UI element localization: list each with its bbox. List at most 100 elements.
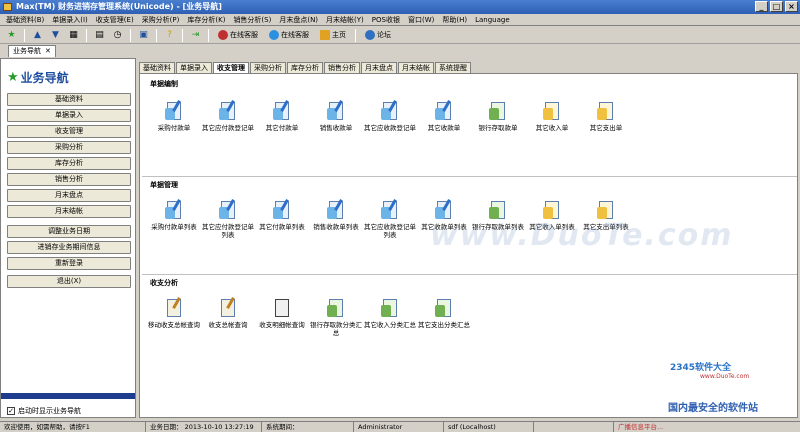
menu-entry[interactable]: 单据录入(I) [48, 14, 92, 25]
calculator-icon[interactable]: ▦ [66, 28, 81, 42]
home-link[interactable]: 主页 [316, 28, 350, 42]
status-user: Administrator [354, 422, 444, 432]
sidebar-title: ★ 业务导航 [7, 70, 69, 85]
menu-stock[interactable]: 库存分析(K) [183, 14, 229, 25]
tab-reminder[interactable]: 系统提醒 [435, 62, 471, 73]
toolbar-separator [156, 28, 157, 42]
list-item[interactable]: 采购付款单列表 [148, 199, 200, 231]
maximize-button[interactable]: □ [770, 1, 783, 12]
sidebar-item-inventory[interactable]: 月末盘点 [7, 189, 131, 202]
list-item[interactable]: 其它应付款登记单列表 [202, 199, 254, 239]
sidebar-item-stock[interactable]: 库存分析 [7, 157, 131, 170]
arrow-up-icon[interactable]: ▲ [30, 28, 45, 42]
title-bar: Max(TM) 财务进销存管理系统(Unicode) - [业务导航] _ □ … [0, 0, 800, 14]
online-service-link-2[interactable]: 在线客服 [265, 28, 313, 42]
exit-icon[interactable]: ⇥ [188, 28, 203, 42]
calendar-icon[interactable]: ▤ [92, 28, 107, 42]
tab-income[interactable]: 收支管理 [213, 62, 249, 73]
list-item[interactable]: 其它付款单 [256, 100, 308, 132]
pay-doc-icon [271, 100, 293, 122]
payment-list-icon [163, 199, 185, 221]
toolbar-separator [182, 28, 183, 42]
adjust-date-button[interactable]: 调整业务日期 [7, 225, 131, 238]
list-item[interactable]: 移动收支总帐查询 [148, 297, 200, 329]
list-item[interactable]: 其它付款单列表 [256, 199, 308, 231]
menu-income[interactable]: 收支管理(E) [92, 14, 138, 25]
close-icon[interactable]: ✕ [45, 46, 51, 57]
list-item[interactable]: 其它支出单 [580, 100, 632, 132]
sidebar-item-basic[interactable]: 基础资料 [7, 93, 131, 106]
show-on-start-checkbox[interactable]: ✓ 启动时显示业务导航 [7, 406, 81, 416]
section-title: 收支分析 [150, 279, 178, 287]
online-service-link-1[interactable]: 在线客服 [214, 28, 262, 42]
menu-basic[interactable]: 基础资料(B) [2, 14, 48, 25]
sidebar-item-closing[interactable]: 月末结帐 [7, 205, 131, 218]
income-summary-icon [379, 297, 401, 319]
toolbar-separator [355, 28, 356, 42]
section-analysis: 收支分析 移动收支总帐查询 收支总帐查询 收支明细帐查询 银行存取款分类汇总 其… [142, 274, 797, 372]
receivable-doc-icon [379, 100, 401, 122]
menu-pos[interactable]: POS收银 [368, 14, 404, 25]
list-item[interactable]: 收支明细帐查询 [256, 297, 308, 329]
menu-bar: 基础资料(B) 单据录入(I) 收支管理(E) 采购分析(P) 库存分析(K) … [0, 14, 800, 26]
tab-purchase[interactable]: 采购分析 [250, 62, 286, 73]
payment-doc-icon [163, 100, 185, 122]
list-item[interactable]: 银行存取款单 [472, 100, 524, 132]
tab-sales[interactable]: 销售分析 [324, 62, 360, 73]
status-ad[interactable]: 广播信息平台... [614, 422, 667, 432]
menu-inventory[interactable]: 月末盘点(N) [275, 14, 322, 25]
sidebar-item-purchase[interactable]: 采购分析 [7, 141, 131, 154]
tab-entry[interactable]: 单据录入 [176, 62, 212, 73]
list-item[interactable]: 银行存取款分类汇总 [310, 297, 362, 337]
sidebar-item-entry[interactable]: 单据录入 [7, 109, 131, 122]
star-icon: ★ [7, 70, 19, 85]
relogin-button[interactable]: 重新登录 [7, 257, 131, 270]
section-title: 单据管理 [150, 181, 178, 189]
menu-help[interactable]: 帮助(H) [438, 14, 471, 25]
list-item[interactable]: 其它支出分类汇总 [418, 297, 470, 329]
list-item[interactable]: 其它应收款登记单 [364, 100, 416, 132]
list-item[interactable]: 收支总帐查询 [202, 297, 254, 329]
tab-basic[interactable]: 基础资料 [139, 62, 175, 73]
list-item[interactable]: 采购付款单 [148, 100, 200, 132]
clock-icon[interactable]: ◷ [110, 28, 125, 42]
menu-window[interactable]: 窗口(W) [404, 14, 438, 25]
list-item[interactable]: 其它应收款登记单列表 [364, 199, 416, 239]
status-biz-date: 业务日期： 2013-10-10 13:27:19 [146, 422, 262, 432]
expense-doc-icon [595, 100, 617, 122]
toolbar-separator [86, 28, 87, 42]
payable-doc-icon [217, 100, 239, 122]
app-icon [3, 3, 12, 11]
list-item[interactable]: 其它应付款登记单 [202, 100, 254, 132]
receipt-list-icon [325, 199, 347, 221]
home-icon [320, 30, 330, 40]
expense-summary-icon [433, 297, 455, 319]
sidebar-item-sales[interactable]: 销售分析 [7, 173, 131, 186]
tab-inventory[interactable]: 月末盘点 [361, 62, 397, 73]
menu-language[interactable]: Language [471, 14, 514, 25]
list-item[interactable]: 其它收入分类汇总 [364, 297, 416, 329]
minimize-button[interactable]: _ [755, 1, 768, 12]
help-icon[interactable]: ? [162, 28, 177, 42]
list-item[interactable]: 销售收款单列表 [310, 199, 362, 231]
list-item[interactable]: 其它收入单 [526, 100, 578, 132]
receivable-list-icon [379, 199, 401, 221]
save-icon[interactable]: ▣ [136, 28, 151, 42]
list-item[interactable]: 销售收款单 [310, 100, 362, 132]
arrow-down-icon[interactable]: ▼ [48, 28, 63, 42]
toolbar-separator [208, 28, 209, 42]
menu-purchase[interactable]: 采购分析(P) [138, 14, 184, 25]
tab-stock[interactable]: 库存分析 [287, 62, 323, 73]
sidebar: ★ 业务导航 基础资料 单据录入 收支管理 采购分析 库存分析 销售分析 月末盘… [0, 58, 136, 418]
menu-closing[interactable]: 月末结帐(Y) [322, 14, 368, 25]
close-button[interactable]: × [785, 1, 798, 12]
period-info-button[interactable]: 进销存业务期间信息 [7, 241, 131, 254]
doc-tab-navigation[interactable]: 业务导航 ✕ [8, 45, 56, 57]
list-item[interactable]: 其它收款单 [418, 100, 470, 132]
menu-sales[interactable]: 销售分析(S) [229, 14, 275, 25]
forum-link[interactable]: 论坛 [361, 28, 395, 42]
tab-closing[interactable]: 月末结帐 [398, 62, 434, 73]
exit-button[interactable]: 退出(X) [7, 275, 131, 288]
star-icon[interactable]: ★ [4, 28, 19, 42]
sidebar-item-income[interactable]: 收支管理 [7, 125, 131, 138]
